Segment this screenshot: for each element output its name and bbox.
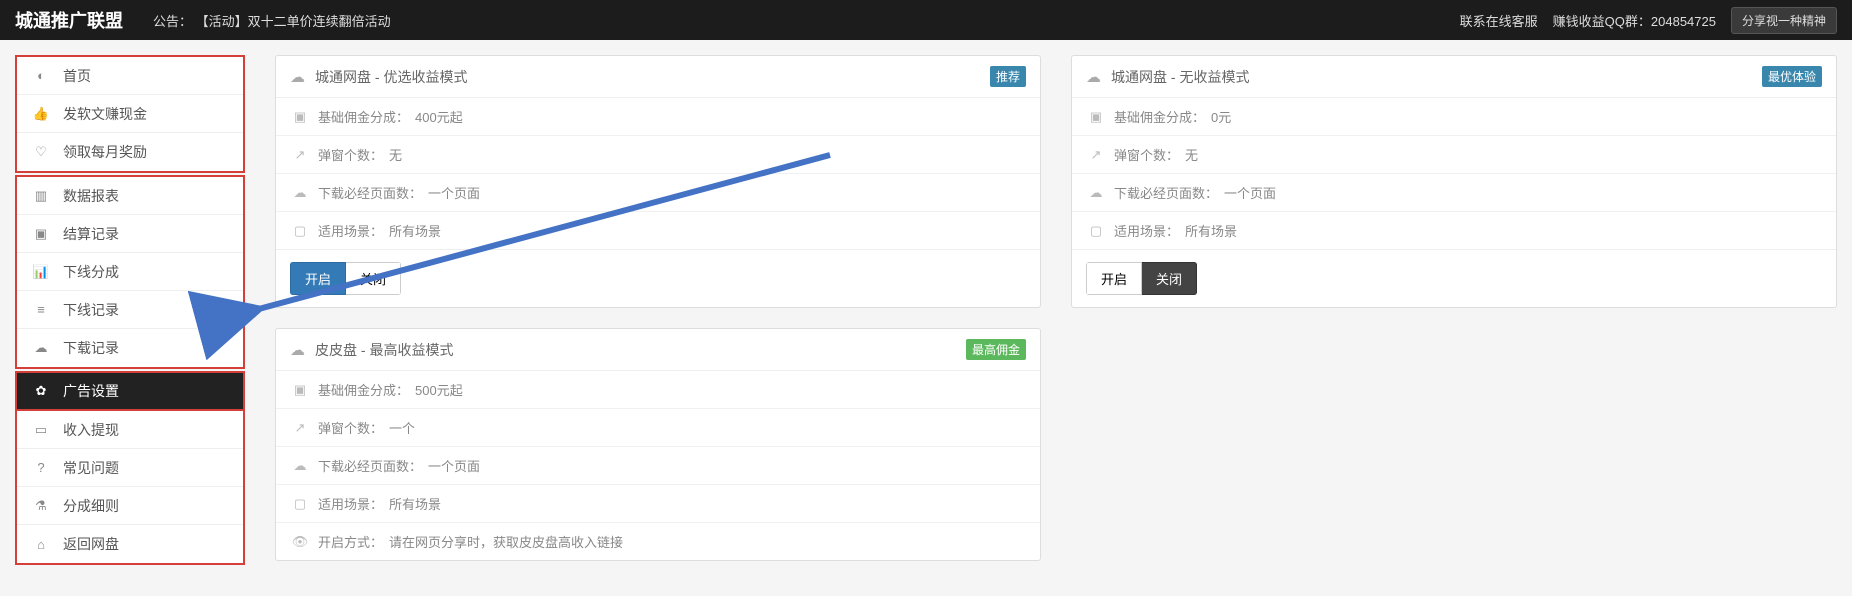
download-icon: ☁ — [1086, 185, 1106, 201]
tag-best-ux: 最优体验 — [1762, 66, 1822, 87]
btn-disable[interactable]: 关闭 — [1142, 262, 1197, 295]
nav-download-records[interactable]: ☁ 下载记录 — [17, 329, 243, 367]
nav-withdraw[interactable]: ▭ 收入提现 — [17, 411, 243, 449]
row-pages: ☁ 下载必经页面数： 一个页面 — [276, 174, 1040, 212]
topbar: 城通推广联盟 公告： 【活动】双十二单价连续翻倍活动 联系在线客服 赚钱收益QQ… — [0, 0, 1852, 40]
gear-icon: ✿ — [29, 383, 53, 399]
nav-group-3: ▭ 收入提现 ? 常见问题 ⚗ 分成细则 ⌂ 返回网盘 — [15, 409, 245, 565]
cloud-icon: ☁ — [290, 341, 305, 359]
row-popup: ↗ 弹窗个数： 无 — [276, 136, 1040, 174]
question-icon: ? — [29, 460, 53, 475]
card-title: 皮皮盘 - 最高收益模式 — [315, 340, 966, 360]
tag-recommended: 推荐 — [990, 66, 1026, 87]
bars-icon: 📊 — [29, 264, 53, 280]
card-icon: ▭ — [29, 422, 53, 438]
main-content: ☁ 城通网盘 - 优选收益模式 推荐 ▣ 基础佣金分成： 400元起 ↗ 弹窗个… — [275, 55, 1837, 581]
external-icon: ↗ — [1086, 147, 1106, 163]
toggle-group: 开启 关闭 — [290, 262, 401, 295]
image-icon: ▢ — [1086, 223, 1106, 239]
share-button[interactable]: 分享视一种精神 — [1731, 7, 1837, 34]
btn-enable[interactable]: 开启 — [1086, 262, 1142, 295]
download-icon: ☁ — [290, 185, 310, 201]
row-scene: ▢ 适用场景： 所有场景 — [276, 485, 1040, 523]
nav-home[interactable]: ◐ 首页 — [17, 57, 243, 95]
row-popup: ↗ 弹窗个数： 无 — [1072, 136, 1836, 174]
download-icon: ☁ — [290, 458, 310, 474]
money-icon: ▣ — [1086, 109, 1106, 125]
money-icon: ▣ — [290, 382, 310, 398]
row-scene: ▢ 适用场景： 所有场景 — [1072, 212, 1836, 249]
chart-icon: ▥ — [29, 188, 53, 204]
row-commission: ▣ 基础佣金分成： 0元 — [1072, 98, 1836, 136]
external-icon: ↗ — [290, 147, 310, 163]
toggle-group: 开启 关闭 — [1086, 262, 1197, 295]
play-icon: ▣ — [29, 226, 53, 242]
announce-link[interactable]: 【活动】双十二单价连续翻倍活动 — [196, 14, 391, 29]
btn-enable[interactable]: 开启 — [290, 262, 346, 295]
announcement: 公告： 【活动】双十二单价连续翻倍活动 — [153, 11, 391, 30]
nav-back-disk[interactable]: ⌂ 返回网盘 — [17, 525, 243, 563]
image-icon: ▢ — [290, 496, 310, 512]
nav-data-reports[interactable]: ▥ 数据报表 — [17, 177, 243, 215]
nav-settlement[interactable]: ▣ 结算记录 — [17, 215, 243, 253]
money-icon: ▣ — [290, 109, 310, 125]
nav-monthly-reward[interactable]: ♡ 领取每月奖励 — [17, 133, 243, 171]
home-icon: ⌂ — [29, 537, 53, 552]
card-title: 城通网盘 - 无收益模式 — [1111, 67, 1762, 87]
flask-icon: ⚗ — [29, 498, 53, 514]
plan-card-noincome: ☁ 城通网盘 - 无收益模式 最优体验 ▣ 基础佣金分成： 0元 ↗ 弹窗个数：… — [1071, 55, 1837, 308]
plan-card-preferred: ☁ 城通网盘 - 优选收益模式 推荐 ▣ 基础佣金分成： 400元起 ↗ 弹窗个… — [275, 55, 1041, 308]
row-pages: ☁ 下载必经页面数： 一个页面 — [276, 447, 1040, 485]
contact-link[interactable]: 联系在线客服 — [1460, 11, 1538, 30]
btn-disable[interactable]: 关闭 — [346, 262, 401, 295]
nav-earn[interactable]: 👍 发软文赚现金 — [17, 95, 243, 133]
list-icon: ≡ — [29, 302, 53, 317]
eye-icon: 👁 — [290, 534, 310, 550]
qq-group: 赚钱收益QQ群：204854725 — [1553, 11, 1716, 30]
sidebar: ◐ 首页 👍 发软文赚现金 ♡ 领取每月奖励 ▥ 数据报表 ▣ 结算记录 � — [15, 55, 245, 565]
row-scene: ▢ 适用场景： 所有场景 — [276, 212, 1040, 249]
image-icon: ▢ — [290, 223, 310, 239]
row-popup: ↗ 弹窗个数： 一个 — [276, 409, 1040, 447]
row-method: 👁 开启方式： 请在网页分享时，获取皮皮盘高收入链接 — [276, 523, 1040, 560]
row-pages: ☁ 下载必经页面数： 一个页面 — [1072, 174, 1836, 212]
nav-ad-settings[interactable]: ✿ 广告设置 — [15, 371, 245, 409]
nav-group-2: ▥ 数据报表 ▣ 结算记录 📊 下线分成 ≡ 下线记录 ☁ 下载记录 — [15, 175, 245, 369]
card-title: 城通网盘 - 优选收益模式 — [315, 67, 990, 87]
dashboard-icon: ◐ — [29, 68, 53, 83]
heart-icon: ♡ — [29, 144, 53, 160]
tag-highest: 最高佣金 — [966, 339, 1026, 360]
cloud-download-icon: ☁ — [29, 340, 53, 356]
announce-prefix: 公告： — [153, 14, 192, 29]
brand: 城通推广联盟 — [15, 7, 123, 33]
thumbs-up-icon: 👍 — [29, 106, 53, 122]
nav-faq[interactable]: ? 常见问题 — [17, 449, 243, 487]
cloud-icon: ☁ — [1086, 68, 1101, 86]
nav-downline-commission[interactable]: 📊 下线分成 — [17, 253, 243, 291]
nav-downline-records[interactable]: ≡ 下线记录 — [17, 291, 243, 329]
nav-group-1: ◐ 首页 👍 发软文赚现金 ♡ 领取每月奖励 — [15, 55, 245, 173]
nav-commission-rules[interactable]: ⚗ 分成细则 — [17, 487, 243, 525]
row-commission: ▣ 基础佣金分成： 500元起 — [276, 371, 1040, 409]
cloud-icon: ☁ — [290, 68, 305, 86]
external-icon: ↗ — [290, 420, 310, 436]
plan-card-highest: ☁ 皮皮盘 - 最高收益模式 最高佣金 ▣ 基础佣金分成： 500元起 ↗ 弹窗… — [275, 328, 1041, 561]
row-commission: ▣ 基础佣金分成： 400元起 — [276, 98, 1040, 136]
